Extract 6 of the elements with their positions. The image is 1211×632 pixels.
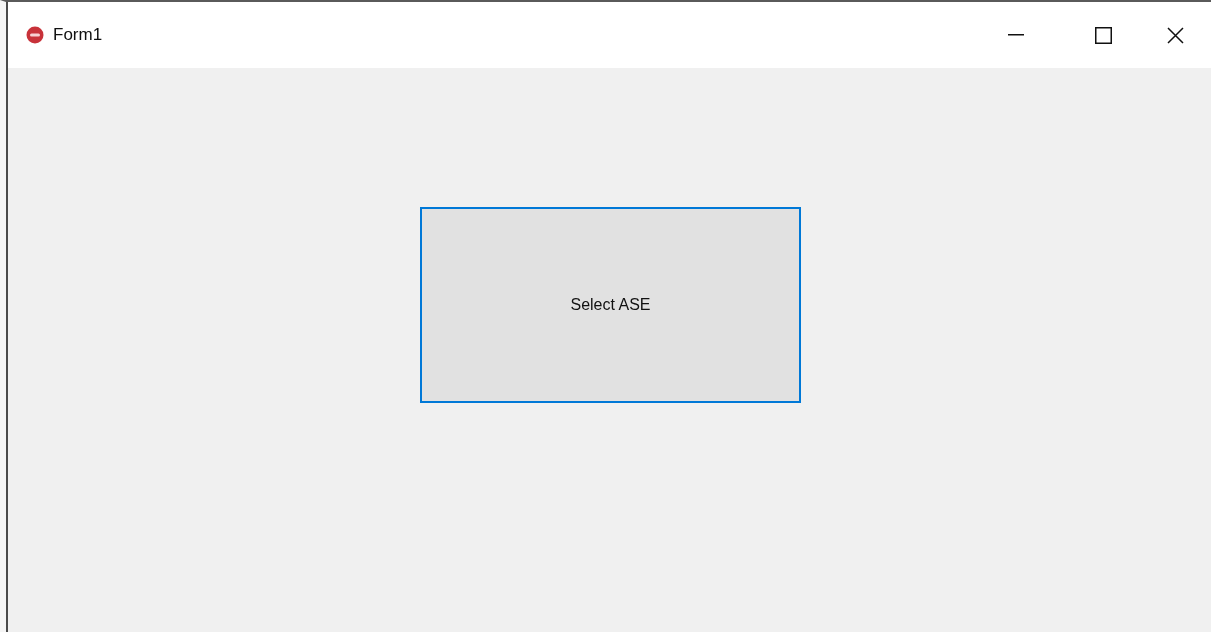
select-ase-button[interactable]: Select ASE bbox=[420, 207, 801, 403]
maximize-icon bbox=[1094, 26, 1112, 44]
app-logo-icon bbox=[26, 26, 44, 44]
minimize-icon bbox=[1008, 34, 1024, 36]
window-title: Form1 bbox=[53, 24, 103, 47]
close-icon bbox=[1166, 26, 1184, 44]
